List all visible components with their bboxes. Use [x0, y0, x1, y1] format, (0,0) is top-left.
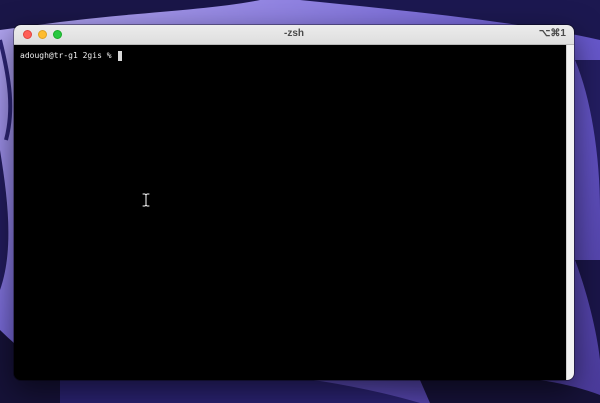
shell-prompt: adough@tr-g1 2gis % [20, 51, 117, 60]
text-cursor [118, 50, 123, 61]
title-bar[interactable]: -zsh ⌥⌘1 [14, 25, 574, 45]
prompt-line: adough@tr-g1 2gis % [20, 50, 560, 61]
terminal-window[interactable]: -zsh ⌥⌘1 adough@tr-g1 2gis % [14, 25, 574, 380]
window-shortcut: ⌥⌘1 [538, 28, 566, 39]
i-beam-cursor-icon [141, 193, 151, 207]
terminal-content[interactable]: adough@tr-g1 2gis % [14, 45, 566, 380]
window-title: -zsh [284, 28, 304, 39]
scrollbar[interactable] [566, 45, 574, 380]
